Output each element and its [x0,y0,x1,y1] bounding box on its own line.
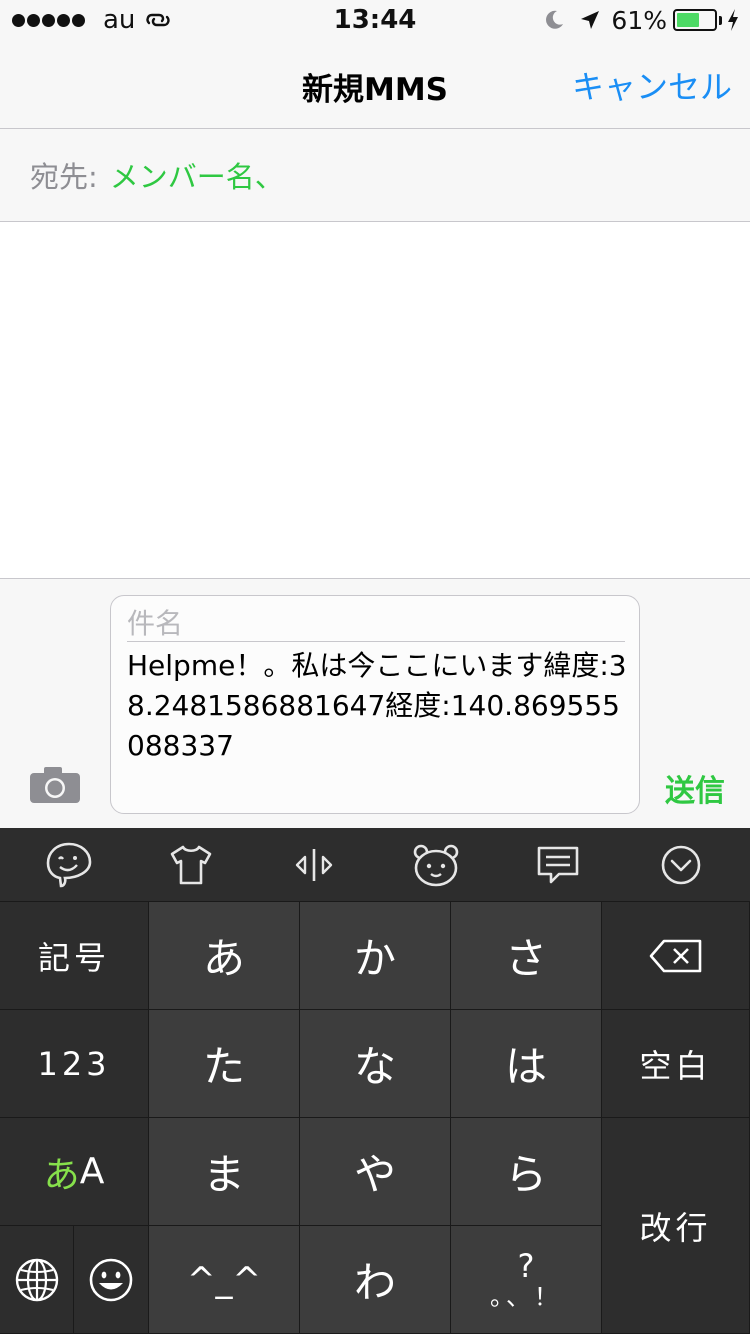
key-ma-label: ま [202,1150,245,1199]
punctuation-key-top: ? [517,1246,535,1285]
key-ka-label: か [353,934,396,983]
key-a-label: あ [202,934,245,983]
message-thread-area [0,222,750,578]
key-ya-label: や [353,1150,396,1199]
key-ya[interactable]: や [300,1118,451,1226]
return-key-label: 改行 [639,1208,712,1247]
key-na[interactable]: な [300,1010,451,1118]
message-icon[interactable] [533,840,583,890]
battery-fill [677,13,699,27]
key-wa-label: わ [353,1258,396,1307]
navigation-bar: 新規MMS キャンセル [0,40,750,129]
globe-icon [15,1258,58,1301]
key-a[interactable]: あ [149,902,300,1010]
recipient-value[interactable]: メンバー名、 [110,154,284,196]
symbols-key-label: 記号 [37,938,110,977]
emoticon-key[interactable]: ^_^ [149,1226,300,1334]
charging-bolt-icon [728,9,738,31]
smiley-icon [89,1258,133,1301]
key-ma[interactable]: ま [149,1118,300,1226]
chevron-down-icon[interactable] [656,840,706,890]
send-button[interactable]: 送信 [665,766,725,810]
message-body-field[interactable]: Helpme！。私は今ここにいます緯度:38.2481586881647経度:1… [127,646,627,766]
input-mode-kana: あ [43,1154,80,1196]
status-bar: au 13:44 61% [0,0,750,40]
key-wa[interactable]: わ [300,1226,451,1334]
status-bar-right: 61% [543,5,740,35]
battery-icon [673,9,717,31]
location-arrow-icon [581,11,600,29]
carrier-name: au [103,5,136,35]
numbers-key-label: 123 [37,1044,111,1083]
key-sa-label: さ [504,934,547,983]
bear-face-icon[interactable] [411,840,461,890]
keyboard-toolbar [0,828,750,902]
camera-icon[interactable] [28,765,82,805]
cancel-button[interactable]: キャンセル [572,62,732,108]
emoticon-key-label: ^_^ [187,1259,261,1300]
recipient-label: 宛先: [30,160,98,194]
battery-percent: 61% [611,5,667,35]
battery-cap [719,15,722,25]
signal-dot [12,13,25,27]
punctuation-key-bottom: 。、！ [490,1282,562,1311]
emoji-key[interactable] [74,1226,149,1334]
key-ha[interactable]: は [451,1010,602,1118]
key-ra[interactable]: ら [451,1118,602,1226]
signal-dot [72,13,85,27]
globe-key[interactable] [0,1226,74,1334]
status-bar-left: au [12,5,171,35]
punctuation-key[interactable]: ? 。、！ [451,1226,602,1334]
input-mode-alpha: A [79,1151,105,1192]
japanese-keyboard: 記号 あ か さ 123 た な は 空白 あ A ま や ら 改行 ^_^ わ… [0,902,750,1334]
key-na-label: な [353,1042,396,1091]
key-ha-label: は [504,1042,547,1091]
backspace-icon [649,939,701,972]
key-ra-label: ら [504,1150,547,1199]
signal-dot [27,13,40,27]
numbers-key[interactable]: 123 [0,1010,149,1118]
emoji-face-icon[interactable] [44,840,94,890]
compose-bar: Helpme！。私は今ここにいます緯度:38.2481586881647経度:1… [0,578,750,828]
space-key-label: 空白 [639,1046,712,1085]
link-icon [146,13,171,27]
key-ka[interactable]: か [300,902,451,1010]
backspace-key[interactable] [602,902,750,1010]
subject-field[interactable] [127,606,625,642]
return-key[interactable]: 改行 [602,1118,750,1334]
message-compose-box[interactable]: Helpme！。私は今ここにいます緯度:38.2481586881647経度:1… [110,595,640,814]
space-key[interactable]: 空白 [602,1010,750,1118]
cursor-move-icon[interactable] [289,840,339,890]
key-ta[interactable]: た [149,1010,300,1118]
signal-dot [57,13,70,27]
signal-dot [42,13,55,27]
key-ta-label: た [202,1042,245,1091]
moon-icon [546,10,564,29]
recipient-row[interactable]: 宛先: メンバー名、 [0,129,750,222]
input-mode-key[interactable]: あ A [0,1118,149,1226]
key-sa[interactable]: さ [451,902,602,1010]
symbols-key[interactable]: 記号 [0,902,149,1010]
shirt-icon[interactable] [166,840,216,890]
